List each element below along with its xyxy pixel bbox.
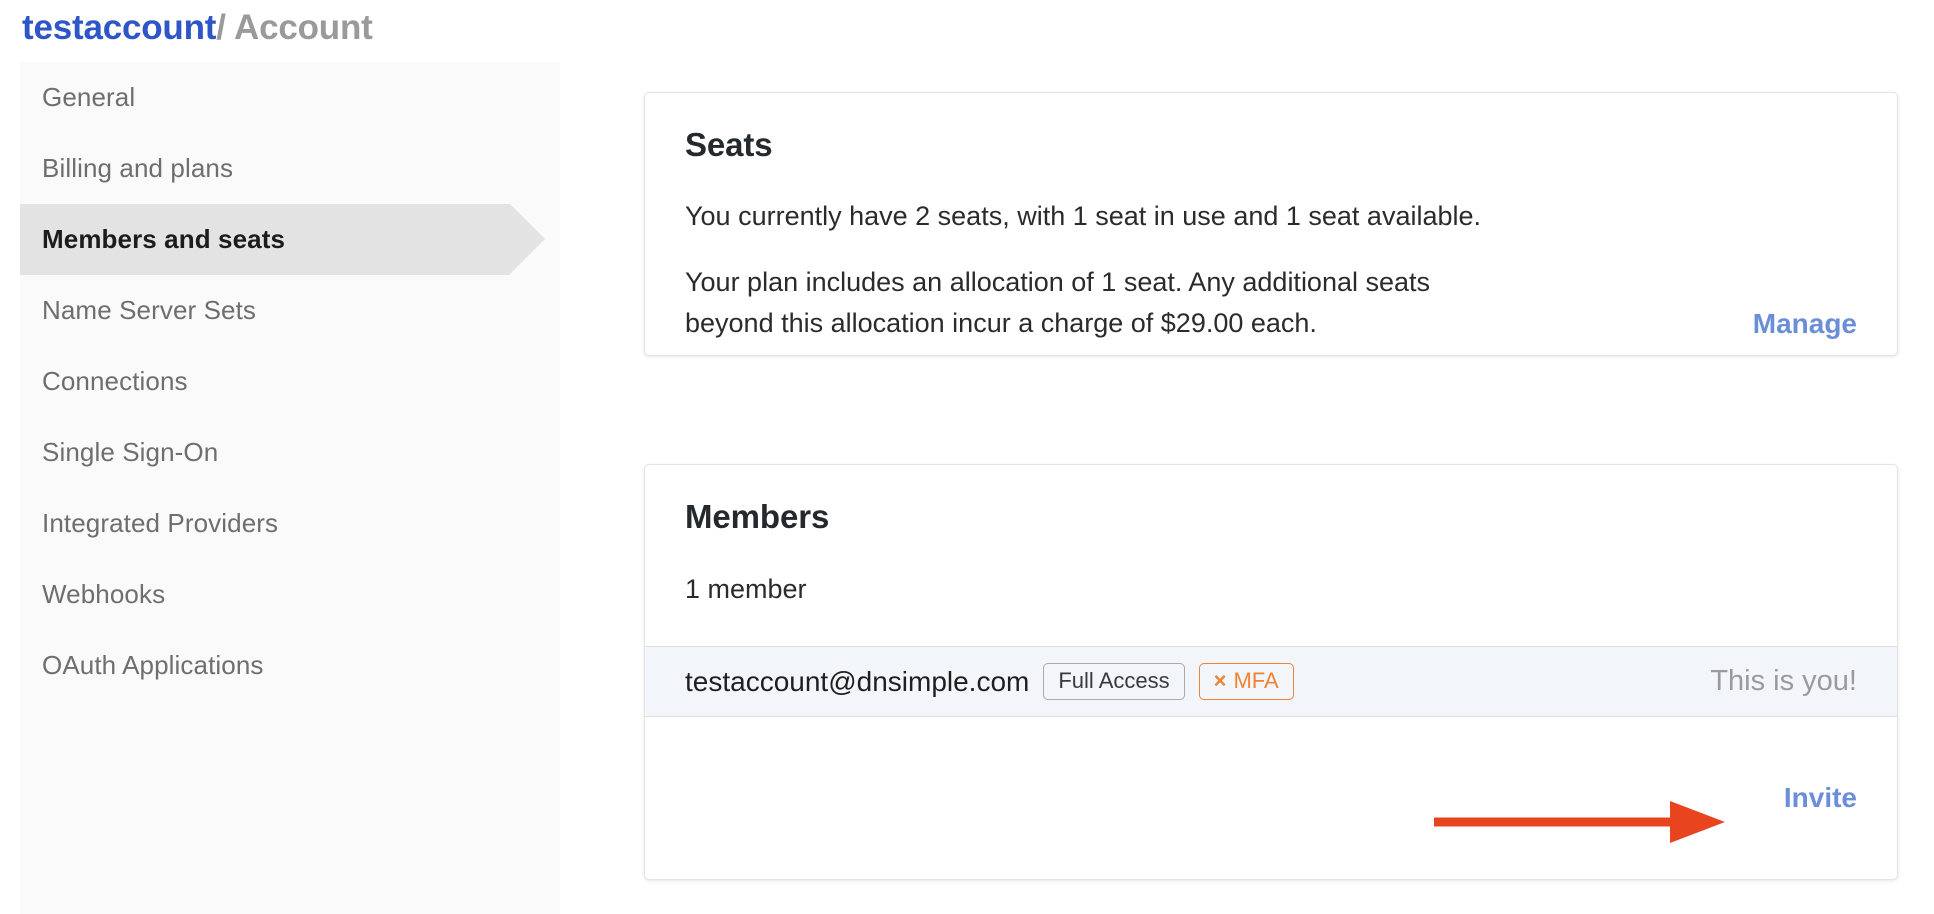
sidebar-item-single-sign-on[interactable]: Single Sign-On [20, 417, 560, 488]
sidebar-item-webhooks[interactable]: Webhooks [20, 559, 560, 630]
seats-card-title: Seats [685, 126, 773, 163]
breadcrumb-current-page: Account [234, 8, 373, 47]
manage-seats-link[interactable]: Manage [1753, 308, 1857, 340]
role-badge[interactable]: Full Access [1043, 663, 1185, 700]
sidebar-item-label: Webhooks [42, 579, 166, 609]
seats-card: Seats You currently have 2 seats, with 1… [644, 92, 1898, 356]
sidebar-item-label: General [42, 82, 136, 112]
members-count-label: 1 member [685, 574, 807, 604]
breadcrumb: testaccount/ Account [22, 4, 373, 52]
sidebar-item-label: Connections [42, 366, 188, 396]
sidebar-item-label: Billing and plans [42, 153, 234, 183]
settings-sidebar: General Billing and plans Members and se… [0, 62, 560, 914]
sidebar-item-members-and-seats[interactable]: Members and seats [20, 204, 545, 275]
table-row[interactable]: testaccount@dnsimple.com Full Access × MF… [645, 646, 1897, 717]
account-settings-page: testaccount/ Account General Billing and… [0, 0, 1934, 914]
seats-allocation-text: Your plan includes an allocation of 1 se… [685, 267, 1431, 338]
sidebar-item-label: Integrated Providers [42, 508, 279, 538]
close-icon: × [1213, 668, 1227, 693]
this-is-you-label: This is you! [1710, 665, 1857, 697]
member-email: testaccount@dnsimple.com [685, 665, 1030, 697]
sidebar-item-label: Members and seats [42, 224, 286, 254]
sidebar-item-label: Single Sign-On [42, 437, 219, 467]
sidebar-item-general[interactable]: General [20, 62, 560, 133]
invite-member-link[interactable]: Invite [1784, 782, 1857, 814]
invite-row: Invite [645, 717, 1897, 879]
breadcrumb-separator: / [216, 8, 226, 47]
seats-summary-text: You currently have 2 seats, with 1 seat … [685, 201, 1481, 231]
members-card: Members 1 member testaccount@dnsimple.co… [644, 464, 1898, 880]
sidebar-item-billing-and-plans[interactable]: Billing and plans [20, 133, 560, 204]
sidebar-item-label: Name Server Sets [42, 295, 257, 325]
breadcrumb-account-link[interactable]: testaccount [22, 8, 216, 47]
sidebar-item-integrated-providers[interactable]: Integrated Providers [20, 488, 560, 559]
members-card-title: Members [685, 498, 830, 535]
mfa-badge[interactable]: × MFA [1198, 663, 1294, 700]
sidebar-item-name-server-sets[interactable]: Name Server Sets [20, 275, 560, 346]
sidebar-item-connections[interactable]: Connections [20, 346, 560, 417]
mfa-badge-label: MFA [1233, 668, 1279, 693]
main-content: Seats You currently have 2 seats, with 1… [644, 0, 1934, 914]
seats-card-body: You currently have 2 seats, with 1 seat … [645, 201, 1897, 344]
sidebar-item-label: OAuth Applications [42, 650, 264, 680]
sidebar-item-oauth-applications[interactable]: OAuth Applications [20, 630, 560, 701]
